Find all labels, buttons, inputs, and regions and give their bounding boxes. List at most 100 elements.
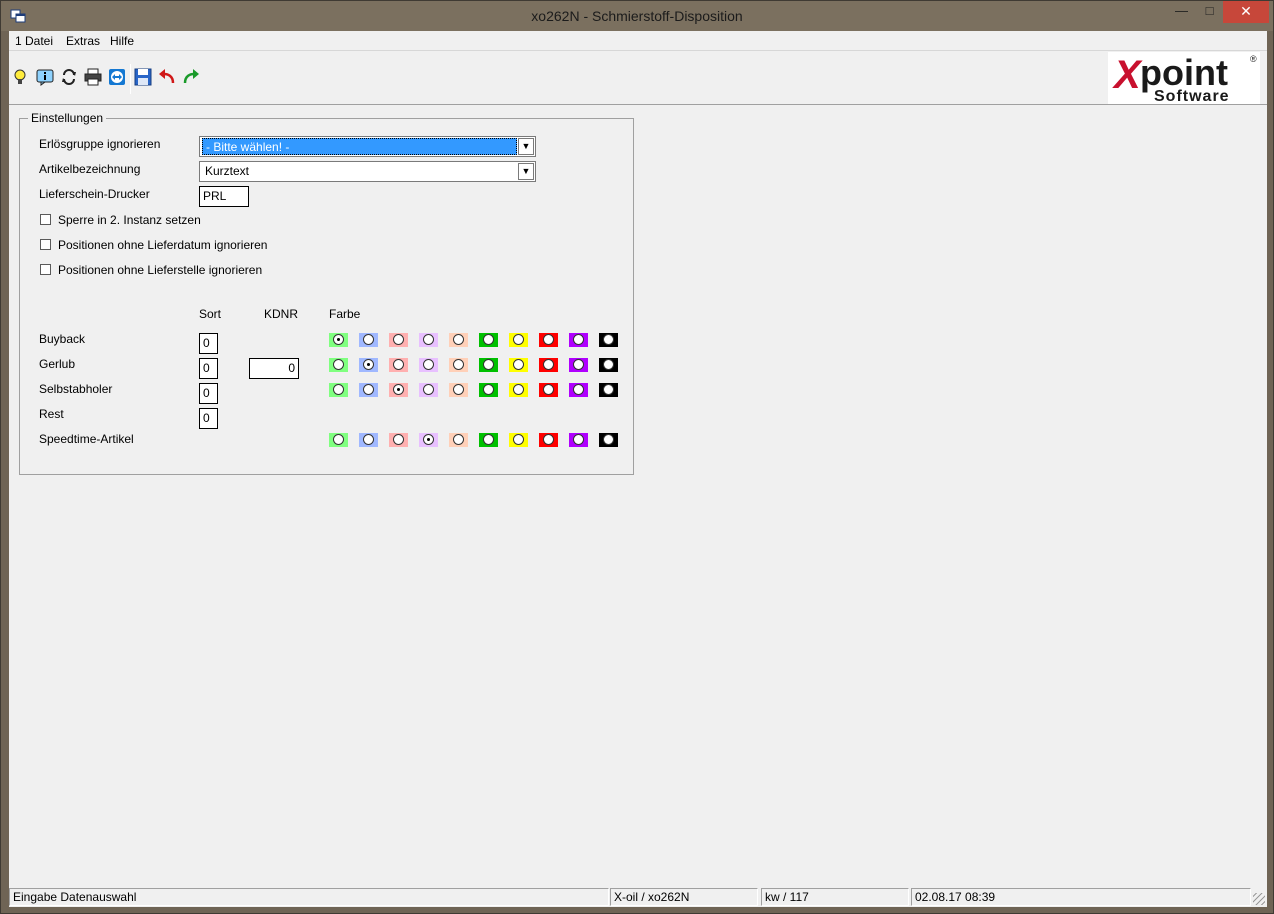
lieferstelle-checkbox[interactable] <box>40 264 51 275</box>
color-radio[interactable] <box>603 434 614 445</box>
sort-input[interactable]: 0 <box>199 333 218 354</box>
color-option[interactable] <box>569 383 588 397</box>
artikelbezeichnung-dropdown[interactable]: Kurztext ▼ <box>199 161 536 182</box>
color-option[interactable] <box>539 358 558 372</box>
color-radio[interactable] <box>393 334 404 345</box>
color-radio[interactable] <box>363 384 374 395</box>
chevron-down-icon[interactable]: ▼ <box>518 163 534 180</box>
printer-icon[interactable] <box>84 68 102 86</box>
color-radio[interactable] <box>333 359 344 370</box>
color-option[interactable] <box>389 333 408 347</box>
color-radio[interactable] <box>453 334 464 345</box>
color-radio[interactable] <box>513 359 524 370</box>
color-option[interactable] <box>419 358 438 372</box>
color-option[interactable] <box>479 383 498 397</box>
color-option[interactable] <box>449 383 468 397</box>
color-radio[interactable] <box>423 384 434 395</box>
color-option[interactable] <box>359 333 378 347</box>
minimize-button[interactable]: — <box>1168 1 1195 23</box>
color-radio[interactable] <box>483 359 494 370</box>
color-option[interactable] <box>419 333 438 347</box>
color-radio[interactable] <box>333 434 344 445</box>
info-icon[interactable] <box>36 68 54 86</box>
color-option[interactable] <box>599 433 618 447</box>
color-option[interactable] <box>329 358 348 372</box>
color-radio[interactable] <box>363 359 374 370</box>
color-option[interactable] <box>479 358 498 372</box>
color-option[interactable] <box>329 383 348 397</box>
color-radio[interactable] <box>483 434 494 445</box>
color-radio[interactable] <box>393 359 404 370</box>
color-radio[interactable] <box>513 384 524 395</box>
color-radio[interactable] <box>603 359 614 370</box>
color-option[interactable] <box>329 433 348 447</box>
color-option[interactable] <box>569 433 588 447</box>
close-button[interactable]: ✕ <box>1223 1 1269 23</box>
sort-input[interactable]: 0 <box>199 408 218 429</box>
color-radio[interactable] <box>543 384 554 395</box>
color-option[interactable] <box>359 358 378 372</box>
color-radio[interactable] <box>423 359 434 370</box>
menu-extras[interactable]: Extras <box>66 34 100 48</box>
color-radio[interactable] <box>543 434 554 445</box>
color-radio[interactable] <box>453 384 464 395</box>
color-option[interactable] <box>389 358 408 372</box>
redo-icon[interactable] <box>182 68 200 86</box>
resize-grip[interactable] <box>1253 893 1265 905</box>
save-icon[interactable] <box>134 68 152 86</box>
title-bar[interactable]: xo262N - Schmierstoff-Disposition — □ ✕ <box>1 1 1273 31</box>
kdnr-input[interactable]: 0 <box>249 358 299 379</box>
color-radio[interactable] <box>363 434 374 445</box>
color-radio[interactable] <box>453 434 464 445</box>
color-option[interactable] <box>449 358 468 372</box>
color-option[interactable] <box>539 383 558 397</box>
erloesgruppe-dropdown[interactable]: - Bitte wählen! - ▼ <box>199 136 536 157</box>
color-option[interactable] <box>569 358 588 372</box>
color-option[interactable] <box>419 433 438 447</box>
color-radio[interactable] <box>483 334 494 345</box>
color-option[interactable] <box>539 333 558 347</box>
color-option[interactable] <box>359 433 378 447</box>
color-radio[interactable] <box>603 384 614 395</box>
color-option[interactable] <box>449 333 468 347</box>
undo-icon[interactable] <box>158 68 176 86</box>
color-option[interactable] <box>509 383 528 397</box>
color-option[interactable] <box>599 333 618 347</box>
color-option[interactable] <box>329 333 348 347</box>
color-radio[interactable] <box>573 434 584 445</box>
color-radio[interactable] <box>393 434 404 445</box>
color-option[interactable] <box>509 433 528 447</box>
color-radio[interactable] <box>423 434 434 445</box>
maximize-button[interactable]: □ <box>1196 1 1223 23</box>
color-option[interactable] <box>599 358 618 372</box>
color-option[interactable] <box>449 433 468 447</box>
menu-hilfe[interactable]: Hilfe <box>110 34 134 48</box>
color-radio[interactable] <box>573 359 584 370</box>
teamviewer-icon[interactable] <box>108 68 126 86</box>
color-option[interactable] <box>389 433 408 447</box>
color-radio[interactable] <box>333 334 344 345</box>
lightbulb-icon[interactable] <box>11 68 29 86</box>
sort-input[interactable]: 0 <box>199 358 218 379</box>
color-radio[interactable] <box>603 334 614 345</box>
color-radio[interactable] <box>543 334 554 345</box>
color-radio[interactable] <box>513 434 524 445</box>
color-radio[interactable] <box>573 384 584 395</box>
sort-input[interactable]: 0 <box>199 383 218 404</box>
color-radio[interactable] <box>363 334 374 345</box>
color-option[interactable] <box>539 433 558 447</box>
color-radio[interactable] <box>453 359 464 370</box>
chevron-down-icon[interactable]: ▼ <box>518 138 534 155</box>
lieferdatum-checkbox[interactable] <box>40 239 51 250</box>
sperre-checkbox[interactable] <box>40 214 51 225</box>
color-option[interactable] <box>389 383 408 397</box>
color-option[interactable] <box>569 333 588 347</box>
color-radio[interactable] <box>423 334 434 345</box>
color-radio[interactable] <box>513 334 524 345</box>
color-option[interactable] <box>509 333 528 347</box>
color-option[interactable] <box>479 433 498 447</box>
color-radio[interactable] <box>543 359 554 370</box>
drucker-input[interactable]: PRL <box>199 186 249 207</box>
color-radio[interactable] <box>333 384 344 395</box>
color-option[interactable] <box>479 333 498 347</box>
